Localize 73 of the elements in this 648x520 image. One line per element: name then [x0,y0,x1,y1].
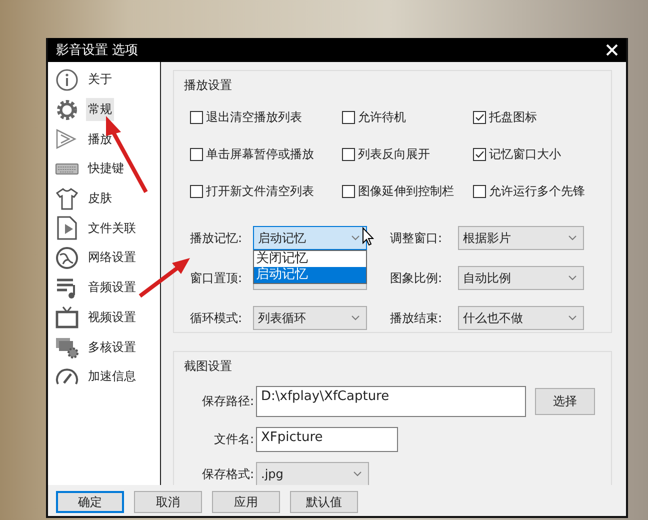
checkbox-label: 单击屏幕暂停或播放 [206,146,314,163]
annotation-arrow [138,258,190,298]
checkbox[interactable] [190,148,203,161]
choose-button[interactable]: 选择 [535,388,595,415]
field-label: 图象比例: [390,270,444,286]
checkbox[interactable] [190,111,203,124]
sidebar-item[interactable]: 音频设置 [86,276,138,300]
caret-icon [351,315,360,321]
sidebar-item[interactable]: 快捷键 [86,157,126,180]
dropdown[interactable]: .jpg [256,462,369,485]
window-title: 影音设置 选项 [56,42,138,59]
shirt-icon[interactable] [55,186,79,211]
field-label: 调整窗口: [390,230,444,246]
checkbox-label: 允许运行多个先锋 [489,183,585,200]
play-icon[interactable] [55,127,79,152]
caret-icon [568,315,577,321]
dropdown-option[interactable]: 关闭记忆 [254,251,366,267]
checkbox-label: 列表反向展开 [358,146,430,163]
field-label: 文件名: [212,431,255,448]
checkbox-label: 打开新文件清空列表 [206,183,314,200]
dialog-button[interactable]: 取消 [134,491,202,513]
dropdown[interactable]: 自动比例 [458,266,584,290]
field-label: 窗口置顶: [190,270,244,286]
globe-icon[interactable] [55,246,79,270]
group-title: 截图设置 [184,358,233,375]
dropdown[interactable]: 根据影片 [458,226,584,250]
caret-icon [351,235,360,241]
windows-gear-icon[interactable] [55,335,79,360]
sidebar-item[interactable]: 关于 [86,68,114,92]
field-label: 保存路径: [200,393,255,410]
checkbox[interactable] [473,148,486,161]
checkbox[interactable] [473,185,486,198]
dialog-button[interactable]: 确定 [56,491,124,513]
sidebar-item[interactable]: 播放 [86,128,114,151]
checkbox-label: 记忆窗口大小 [489,146,561,163]
group-title: 播放设置 [184,77,233,94]
gear-icon[interactable] [55,98,79,122]
info-icon[interactable] [55,68,79,92]
field-label: 循环模式: [190,310,244,326]
dropdown[interactable]: 列表循环 [253,306,367,330]
checkbox-label: 托盘图标 [489,109,537,126]
caret-icon [353,471,362,477]
sidebar-item[interactable]: 多核设置 [86,336,138,359]
tv-icon[interactable] [55,305,79,330]
sidebar-item[interactable]: 皮肤 [86,187,114,210]
sidebar-item[interactable]: 网络设置 [86,246,138,270]
caret-icon [568,275,577,281]
mouse-pointer-icon [362,227,374,246]
checkbox-label: 退出清空播放列表 [206,109,302,126]
checkbox[interactable] [342,185,355,198]
field-label: 播放结束: [390,310,444,326]
checkbox[interactable] [342,148,355,161]
input-field[interactable]: D:\xfplay\XfCapture [256,386,526,417]
caret-icon [568,235,577,241]
sidebar-item[interactable]: 常规 [86,98,114,122]
input-field[interactable]: XFpicture [256,427,398,452]
checkbox[interactable] [473,111,486,124]
dropdown[interactable]: 什么也不做 [458,306,584,330]
dropdown[interactable]: 启动记忆 [253,226,367,250]
field-label: 保存格式: [200,466,255,482]
close-icon[interactable] [606,44,618,56]
dialog-button[interactable]: 默认值 [290,491,358,513]
checkbox[interactable] [190,185,203,198]
sidebar-item[interactable]: 视频设置 [86,306,138,329]
dropdown-option[interactable]: 启动记忆 [254,267,366,283]
document-icon[interactable] [55,216,79,240]
checkbox-label: 图像延伸到控制栏 [358,183,454,200]
field-label: 播放记忆: [190,230,244,246]
checkbox-label: 允许待机 [358,109,406,126]
sidebar-item[interactable]: 文件关联 [86,216,138,240]
checkbox[interactable] [342,111,355,124]
dialog-button[interactable]: 应用 [212,491,280,513]
sidebar-item[interactable]: 加速信息 [86,365,138,388]
